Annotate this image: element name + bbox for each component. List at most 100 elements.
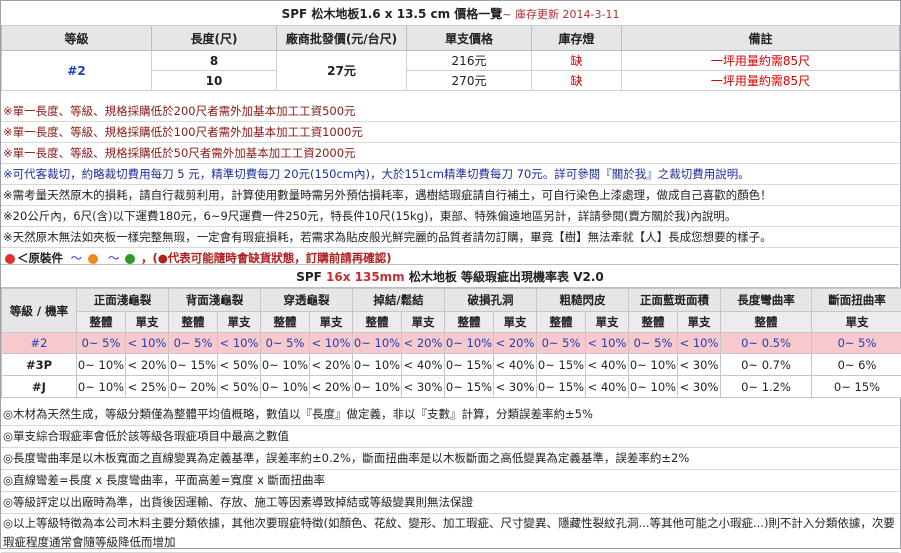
stock-update-date: ~ 庫存更新 2014-3-11: [502, 8, 619, 21]
length-cell: 8: [152, 51, 277, 71]
footnote-line: ◎長度彎曲率是以木板寬面之直線變異為定義基準，誤差率約±0.2%，斷面扭曲率是以…: [1, 448, 899, 470]
sub-header-single: 單支: [126, 312, 169, 333]
sub-header-single: 單支: [310, 312, 353, 333]
footnote-line: ◎單支綜合瑕疵率會低於該等級各瑕疵項目中最高之數值: [1, 426, 899, 448]
value-cell: < 30%: [678, 354, 721, 376]
value-cell: 0~ 10%: [77, 354, 126, 376]
value-cell: 0~ 5%: [77, 333, 126, 354]
value-cell: < 30%: [678, 376, 721, 398]
category-header: 斷面扭曲率: [812, 289, 901, 312]
orange-dot-icon: [88, 254, 98, 264]
value-cell: < 40%: [586, 354, 629, 376]
corner-label: 等級 / 機率: [2, 289, 77, 333]
note-cell: 一坪用量約需85尺: [622, 71, 900, 91]
sub-header-overall: 整體: [353, 312, 402, 333]
footnote-line: ◎直線彎差=長度 x 長度彎曲率，平面高差=寬度 x 斷面扭曲率: [1, 470, 899, 492]
value-cell: 0~ 10%: [353, 354, 402, 376]
defect-title-size: 16x 135mm: [326, 270, 405, 284]
value-cell: < 20%: [494, 333, 537, 354]
table-row: #J 0~ 10% < 25% 0~ 20% < 50% 0~ 10% < 20…: [2, 376, 901, 398]
value-cell: 0~ 10%: [629, 354, 678, 376]
header-unit-price: 單支價格: [407, 26, 532, 51]
value-cell: < 40%: [402, 354, 445, 376]
table-row: #2 0~ 5% < 10% 0~ 5% < 10% 0~ 5% < 10% 0…: [2, 333, 901, 354]
sub-header-single: 單支: [494, 312, 537, 333]
table-row: #3P 0~ 10% < 20% 0~ 15% < 50% 0~ 10% < 2…: [2, 354, 901, 376]
value-cell: < 20%: [126, 354, 169, 376]
category-header: 穿透龜裂: [261, 289, 353, 312]
value-cell: 0~ 5%: [169, 333, 218, 354]
value-cell: 0~ 15%: [812, 376, 901, 398]
wholesale-cell: 27元: [277, 51, 407, 91]
footnote-line: ◎等級評定以出廠時為準，出貨後因運輸、存放、施工等因素導致掉結或等級變異則無法保…: [1, 492, 899, 514]
value-cell: 0~ 5%: [537, 333, 586, 354]
grade-cell: #2: [2, 333, 77, 354]
sub-header-overall: 整體: [169, 312, 218, 333]
value-cell: 0~ 15%: [537, 376, 586, 398]
price-title-text: SPF 松木地板1.6 x 13.5 cm 價格一覽: [282, 7, 503, 21]
sub-header-overall: 整體: [629, 312, 678, 333]
notes-section: ※單一長度、等級、規格採購低於200尺者需外加基本加工工資500元 ※單一長度、…: [1, 101, 899, 269]
note-line: ※20公斤內，6尺(含)以下運費180元，6~9尺運費一件250元，特長件10尺…: [1, 206, 899, 227]
table-row: #2 8 27元 216元 缺 一坪用量約需85尺: [2, 51, 900, 71]
note-line: ※可代客裁切，約略裁切費用每刀 5 元，精準切費每刀 20元(150cm內)，大…: [1, 164, 899, 185]
category-header: 正面藍斑面積: [629, 289, 721, 312]
value-cell: 0~ 15%: [537, 354, 586, 376]
value-cell: < 30%: [402, 376, 445, 398]
value-cell: < 10%: [218, 333, 261, 354]
sub-header-overall: 整體: [537, 312, 586, 333]
value-cell: 0~ 10%: [261, 376, 310, 398]
legend-label: ＜原裝件: [17, 251, 63, 265]
value-cell: < 30%: [494, 376, 537, 398]
defect-section: SPF 16x 135mm 松木地板 等級瑕疵出現機率表 V2.0 等級 / 機…: [1, 264, 899, 398]
header-length: 長度(尺): [152, 26, 277, 51]
value-cell: < 10%: [586, 333, 629, 354]
header-stock: 庫存燈: [532, 26, 622, 51]
defect-title: SPF 16x 135mm 松木地板 等級瑕疵出現機率表 V2.0: [1, 265, 899, 288]
value-cell: < 10%: [126, 333, 169, 354]
category-header: 長度彎曲率: [721, 289, 812, 312]
value-cell: 0~ 10%: [353, 376, 402, 398]
value-cell: < 50%: [218, 354, 261, 376]
footnote-line: ◎以上等級特徵為本公司木料主要分類依據，其他次要瑕疵特徵(如顏色、花紋、變形、加…: [1, 514, 899, 553]
value-cell: 0~ 15%: [445, 354, 494, 376]
defect-title-table: SPF 16x 135mm 松木地板 等級瑕疵出現機率表 V2.0: [1, 264, 899, 288]
sub-header-overall: 整體: [261, 312, 310, 333]
category-header: 背面淺龜裂: [169, 289, 261, 312]
note-line: ※單一長度、等級、規格採購低於50尺者需外加基本加工工資2000元: [1, 143, 899, 164]
sub-header-overall: 整體: [445, 312, 494, 333]
value-cell: < 10%: [310, 333, 353, 354]
red-dot-icon: [5, 254, 15, 264]
value-cell: 0~ 0.5%: [721, 333, 812, 354]
value-cell: 0~ 6%: [812, 354, 901, 376]
footnotes-section: ◎木材為天然生成，等級分類僅為整體平均值概略，數值以『長度』做定義，非以『支數』…: [1, 404, 899, 553]
sub-header-single: 單支: [218, 312, 261, 333]
value-cell: 0~ 1.2%: [721, 376, 812, 398]
price-section: SPF 松木地板1.6 x 13.5 cm 價格一覽~ 庫存更新 2014-3-…: [1, 1, 899, 91]
footnote-line: ◎木材為天然生成，等級分類僅為整體平均值概略，數值以『長度』做定義，非以『支數』…: [1, 404, 899, 426]
sub-header-single: 單支: [812, 312, 901, 333]
sub-header-single: 單支: [678, 312, 721, 333]
value-cell: 0~ 10%: [261, 354, 310, 376]
grade-cell: #3P: [2, 354, 77, 376]
value-cell: < 20%: [310, 376, 353, 398]
grade-cell: #J: [2, 376, 77, 398]
value-cell: < 20%: [310, 354, 353, 376]
unit-price-cell: 216元: [407, 51, 532, 71]
note-line: ※需考量天然原木的損耗，請自行裁剪利用，計算使用數量時需另外預估損耗率，遇樹結瑕…: [1, 185, 899, 206]
sub-header-overall: 整體: [77, 312, 126, 333]
value-cell: 0~ 5%: [629, 333, 678, 354]
header-note: 備註: [622, 26, 900, 51]
value-cell: < 20%: [402, 333, 445, 354]
price-table: SPF 松木地板1.6 x 13.5 cm 價格一覽~ 庫存更新 2014-3-…: [1, 1, 900, 91]
price-title: SPF 松木地板1.6 x 13.5 cm 價格一覽~ 庫存更新 2014-3-…: [2, 1, 900, 26]
value-cell: 0~ 0.7%: [721, 354, 812, 376]
defect-table: 等級 / 機率 正面淺龜裂 背面淺龜裂 穿透龜裂 掉結/鬆結 破損孔洞 粗糙閃皮…: [1, 288, 901, 398]
category-header: 掉結/鬆結: [353, 289, 445, 312]
grade-cell: #2: [2, 51, 152, 91]
category-header: 正面淺龜裂: [77, 289, 169, 312]
value-cell: < 25%: [126, 376, 169, 398]
stock-status: 缺: [532, 71, 622, 91]
note-cell: 一坪用量約需85尺: [622, 51, 900, 71]
category-header: 粗糙閃皮: [537, 289, 629, 312]
